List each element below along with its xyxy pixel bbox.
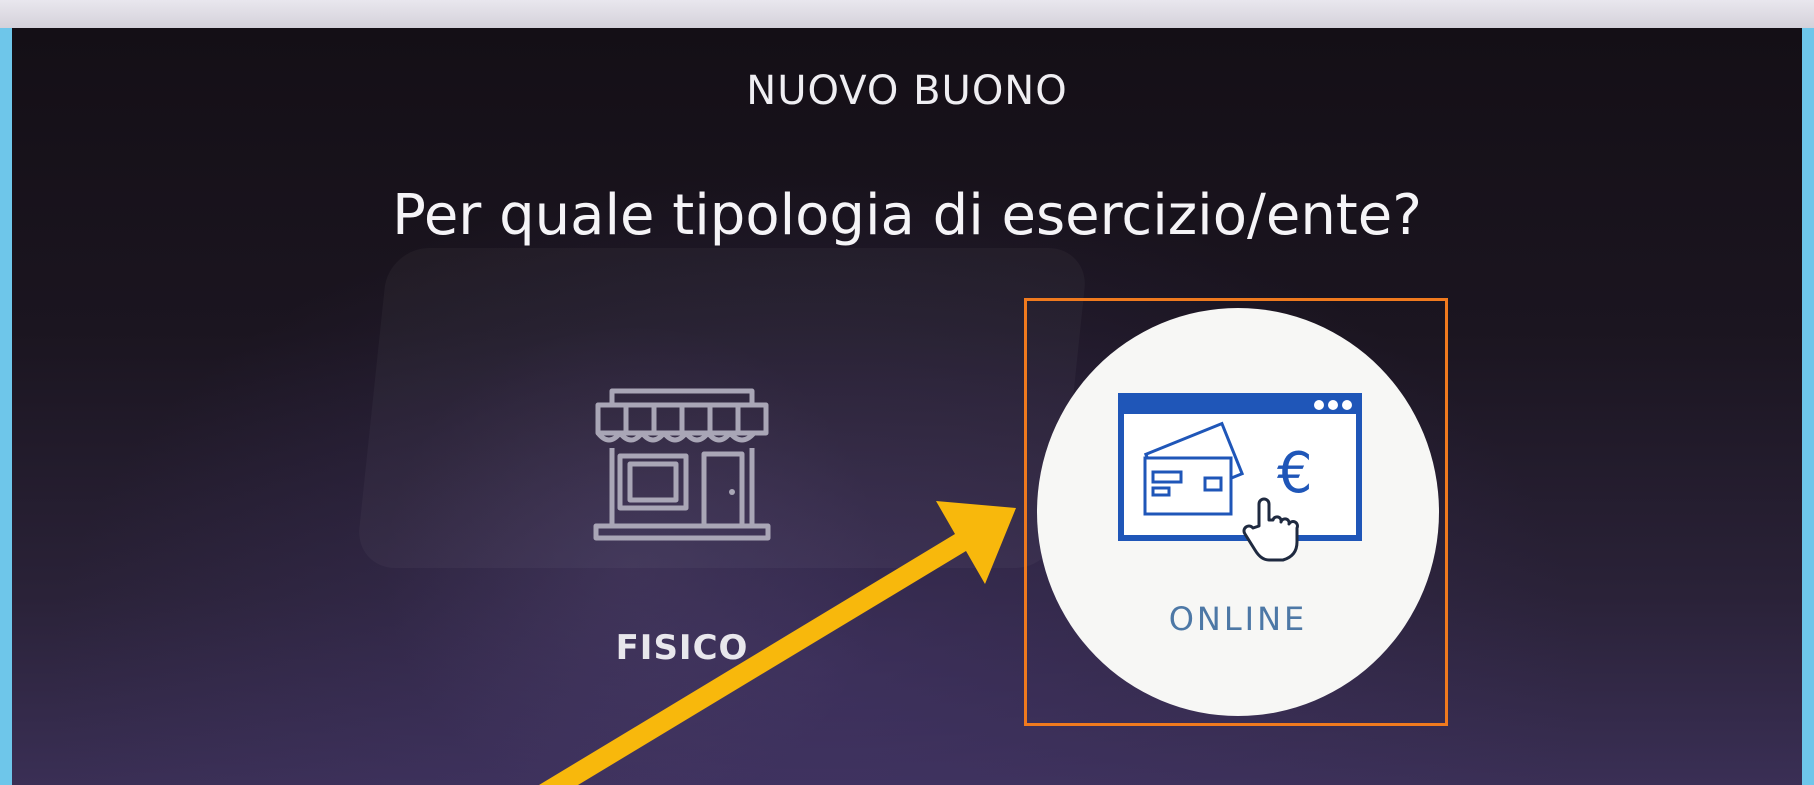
browser-payment-icon: € [1118,393,1362,562]
option-online[interactable]: € ONLINE [1024,298,1448,726]
photo-top-edge [0,0,1814,28]
online-option-circle: € ONLINE [1037,308,1439,716]
option-online-label: ONLINE [1168,600,1308,638]
option-physical-store[interactable]: FISICO [532,388,832,708]
question-heading: Per quale tipologia di esercizio/ente? [392,183,1422,248]
option-physical-label: FISICO [615,628,749,668]
kiosk-screen: NUOVO BUONO Per quale tipologia di eserc… [12,28,1802,785]
euro-symbol: € [1277,441,1313,506]
section-title: NUOVO BUONO [746,68,1068,114]
shop-icon [593,388,771,541]
